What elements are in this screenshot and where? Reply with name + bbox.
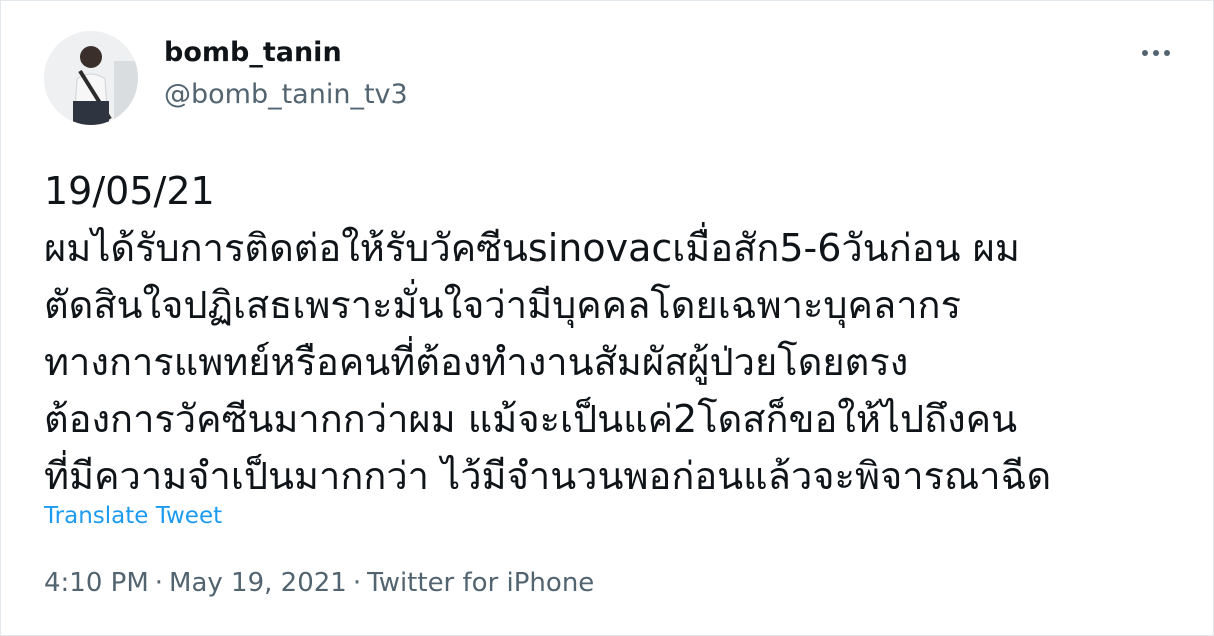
tweet-text-line: ตัดสินใจปฏิเสธเพราะมั่นใจว่ามีบุคคลโดยเฉ… [44, 283, 961, 327]
tweet-text-line: ทางการแพทย์หรือคนที่ต้องทำงานสัมผัสผู้ป่… [44, 340, 909, 384]
author-handle[interactable]: @bomb_tanin_tv3 [164, 79, 408, 110]
tweet-time[interactable]: 4:10 PM [44, 568, 149, 598]
avatar[interactable] [44, 31, 138, 125]
tweet-text-line: ต้องการวัคซีนมากกว่าผม แม้จะเป็นแค่2โดสก… [44, 397, 1018, 441]
tweet-text-line: ผมได้รับการติดต่อให้รับวัคซีนsinovacเมื่… [44, 226, 1020, 270]
avatar-photo [44, 31, 138, 125]
separator: · [154, 568, 164, 598]
translate-tweet-link[interactable]: Translate Tweet [44, 503, 222, 529]
more-options-button[interactable] [1139, 39, 1173, 67]
tweet-card: bomb_tanin @bomb_tanin_tv3 19/05/21 ผมได… [0, 0, 1214, 636]
tweet-source[interactable]: Twitter for iPhone [367, 568, 594, 598]
tweet-text-line: ที่มีความจำเป็นมากกว่า ไว้มีจำนวนพอก่อนแ… [44, 454, 1052, 498]
tweet-text: 19/05/21 ผมได้รับการติดต่อให้รับวัคซีนsi… [44, 163, 1184, 505]
separator: · [352, 568, 362, 598]
tweet-date[interactable]: May 19, 2021 [169, 568, 347, 598]
tweet-metadata: 4:10 PM · May 19, 2021 · Twitter for iPhone [44, 568, 594, 598]
tweet-text-line: 19/05/21 [44, 169, 215, 213]
more-horizontal-icon [1142, 50, 1170, 56]
author-display-name[interactable]: bomb_tanin [164, 37, 342, 68]
